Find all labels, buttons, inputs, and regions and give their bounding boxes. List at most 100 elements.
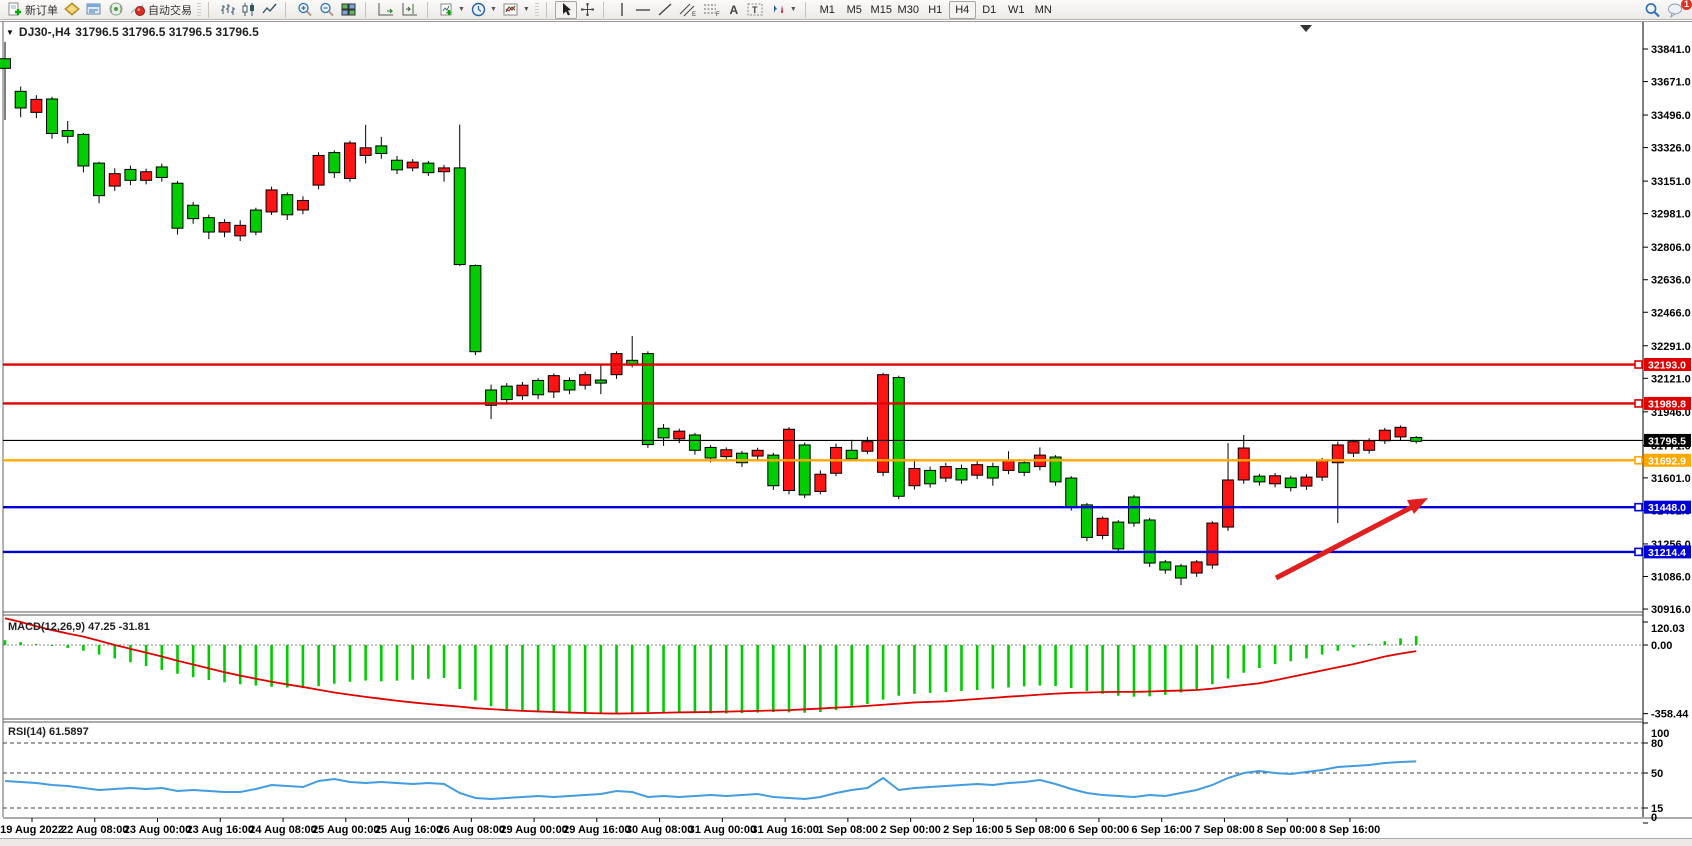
auto-trading-label: 自动交易	[148, 2, 192, 18]
templates-button[interactable]: ▼	[500, 1, 533, 19]
crosshair-tool-button[interactable]	[577, 1, 598, 19]
search-button[interactable]	[1641, 1, 1664, 19]
text-label-tool-button[interactable]: T	[744, 1, 767, 19]
time-label: 7 Sep 08:00	[1194, 824, 1255, 836]
trendline-tool-button[interactable]	[654, 1, 676, 19]
candlestick-chart-icon	[241, 2, 256, 17]
collapse-triangle-icon[interactable]: ▼	[6, 28, 14, 37]
zoom-in-button[interactable]	[294, 1, 316, 19]
line-chart-button[interactable]	[259, 1, 280, 19]
toolbar-separator	[285, 2, 291, 18]
time-label: 22 Aug 08:00	[61, 824, 128, 836]
timeframe-button-m15[interactable]: M15	[868, 1, 895, 19]
equidistant-channel-tool-button[interactable]: E	[676, 1, 700, 19]
candle	[752, 450, 763, 456]
bar-chart-icon	[220, 2, 235, 17]
svg-text:F: F	[716, 12, 720, 17]
new-order-button[interactable]: 新订单	[4, 1, 61, 19]
bar-chart-button[interactable]	[217, 1, 238, 19]
tile-windows-button[interactable]	[338, 1, 360, 19]
new-chart-button[interactable]: ▼	[436, 1, 468, 19]
templates-icon	[503, 2, 519, 17]
candle	[423, 163, 434, 173]
price-tick-label: 33326.0	[1651, 143, 1691, 155]
text-icon: A	[729, 3, 738, 17]
timeframe-button-w1[interactable]: W1	[1003, 1, 1030, 19]
line-chart-icon	[262, 2, 277, 17]
text-tool-button[interactable]: A	[724, 1, 744, 19]
timeframe-button-h1[interactable]: H1	[922, 1, 949, 19]
cursor-icon	[559, 2, 573, 17]
tile-windows-icon	[341, 2, 357, 17]
candle	[548, 376, 559, 392]
candle	[392, 160, 403, 170]
candle	[1160, 562, 1171, 570]
zoom-in-icon	[297, 2, 313, 17]
market-watch-button[interactable]	[83, 1, 105, 19]
toolbar-grip	[535, 3, 539, 17]
auto-scroll-button[interactable]	[374, 1, 398, 19]
vertical-line-tool-button[interactable]	[612, 1, 632, 19]
fibonacci-tool-button[interactable]: F	[700, 1, 724, 19]
price-tick-label: 30916.0	[1651, 604, 1691, 616]
timeframe-button-m1[interactable]: M1	[814, 1, 841, 19]
chevron-down-icon: ▼	[523, 6, 530, 13]
auto-trading-icon	[130, 2, 145, 17]
toolbar-separator	[365, 2, 371, 18]
chart-quotes: 31796.5 31796.5 31796.5 31796.5	[75, 25, 259, 39]
level-marker	[1635, 548, 1642, 555]
price-tick-label: 32806.0	[1651, 242, 1691, 254]
arrows-tool-button[interactable]: ▼	[767, 1, 800, 19]
candle	[156, 167, 167, 178]
price-tag-label: 31448.0	[1648, 502, 1686, 514]
time-label: 30 Aug 08:00	[626, 824, 693, 836]
timeframe-button-mn[interactable]: MN	[1030, 1, 1057, 19]
cursor-tool-button[interactable]	[555, 1, 577, 19]
comments-button[interactable]: 1	[1664, 1, 1688, 19]
periods-button[interactable]: ▼	[468, 1, 500, 19]
chart-shift-button[interactable]	[398, 1, 422, 19]
chart-symbol-period: DJ30-,H4	[19, 25, 70, 39]
candle	[125, 169, 136, 180]
chart-window[interactable]: 33841.033671.033496.033326.033151.032981…	[0, 21, 1692, 845]
price-tick-label: 31086.0	[1651, 571, 1691, 583]
timeframe-button-h4[interactable]: H4	[949, 1, 976, 19]
chevron-down-icon: ▼	[790, 6, 797, 13]
chart-plot[interactable]: 33841.033671.033496.033326.033151.032981…	[0, 21, 1692, 845]
candle	[1207, 523, 1218, 565]
rsi-tick-label: 0	[1651, 812, 1657, 824]
new-order-icon	[7, 2, 22, 17]
time-label: 5 Sep 08:00	[1006, 824, 1067, 836]
time-label: 23 Aug 16:00	[187, 824, 254, 836]
time-label: 25 Aug 16:00	[375, 824, 442, 836]
candle	[1113, 522, 1124, 549]
zoom-out-button[interactable]	[316, 1, 338, 19]
price-tag-label: 31989.8	[1648, 398, 1686, 410]
time-label: 29 Aug 16:00	[563, 824, 630, 836]
candle	[219, 222, 230, 232]
charts-button[interactable]	[61, 1, 83, 19]
periods-clock-icon	[471, 2, 486, 17]
chart-shift-marker	[1300, 25, 1312, 32]
candlestick-chart-button[interactable]	[238, 1, 259, 19]
candle	[689, 435, 700, 450]
signals-button[interactable]	[105, 1, 127, 19]
crosshair-icon	[580, 2, 595, 17]
timeframe-button-m30[interactable]: M30	[895, 1, 922, 19]
horizontal-line-tool-button[interactable]	[632, 1, 654, 19]
timeframe-button-m5[interactable]: M5	[841, 1, 868, 19]
rsi-tick-label: 80	[1651, 738, 1663, 750]
chart-shift-icon	[401, 2, 419, 17]
price-tag-label: 31692.9	[1648, 455, 1686, 467]
candle	[344, 143, 355, 178]
candle	[658, 428, 669, 438]
candle	[642, 354, 653, 445]
main-toolbar: 新订单 自动交易 ▼ ▼ ▼ E F A T ▼ M1M5M15M30H1H4D…	[0, 0, 1692, 20]
level-marker	[1635, 361, 1642, 368]
time-label: 2 Sep 00:00	[880, 824, 941, 836]
timeframe-button-d1[interactable]: D1	[976, 1, 1003, 19]
candle	[1019, 463, 1030, 473]
price-tick-label: 33671.0	[1651, 77, 1691, 89]
macd-tick-label: 0.00	[1651, 640, 1672, 652]
auto-trading-button[interactable]: 自动交易	[127, 1, 195, 19]
